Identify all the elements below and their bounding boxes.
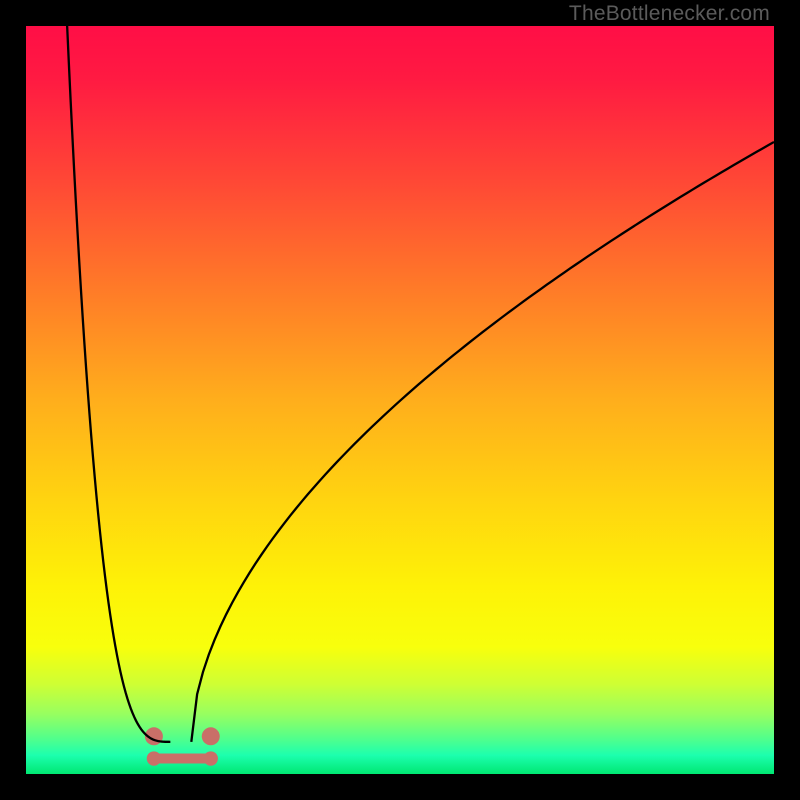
bottleneck-curve-layer xyxy=(26,26,774,774)
plot-area xyxy=(26,26,774,774)
curve-left-branch xyxy=(67,26,170,742)
minimum-marker xyxy=(145,727,220,765)
chart-frame: TheBottlenecker.com xyxy=(0,0,800,800)
curve-right-branch xyxy=(191,142,774,742)
watermark-text: TheBottlenecker.com xyxy=(569,2,770,26)
